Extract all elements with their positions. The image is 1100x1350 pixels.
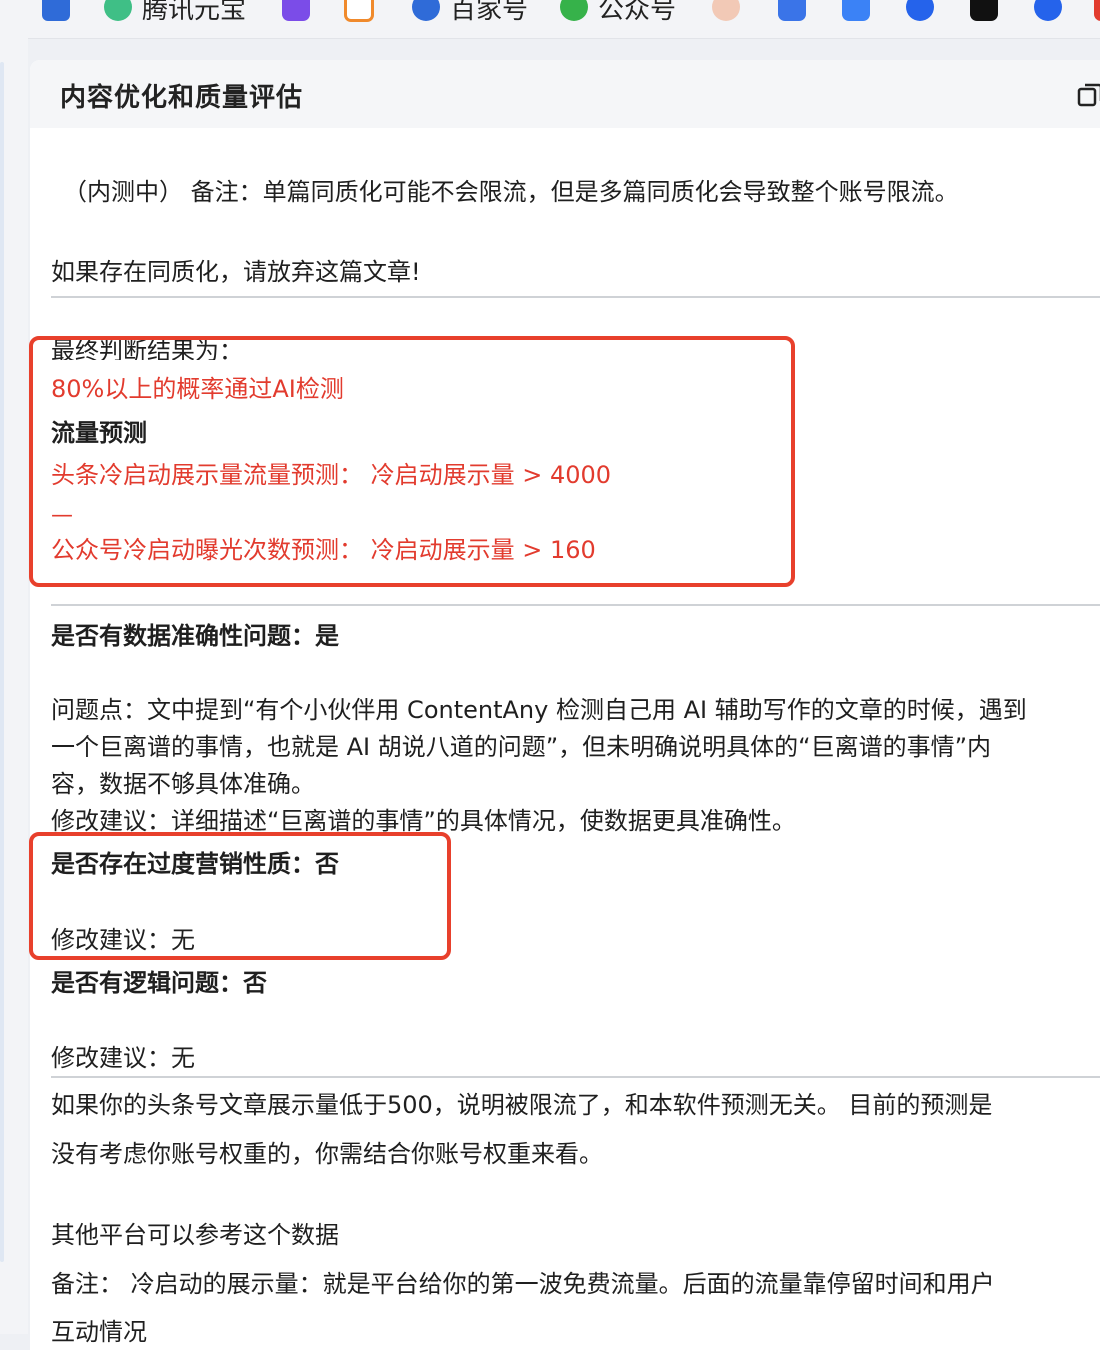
- bookmark-4[interactable]: [344, 0, 374, 26]
- bookmark-label: 百家号: [450, 0, 529, 25]
- divider: [51, 1076, 1100, 1078]
- bookmark-1[interactable]: [42, 0, 70, 26]
- copy-icon[interactable]: [1076, 80, 1100, 108]
- accuracy-issue-line-3: 容，数据不够具体准确。: [51, 770, 315, 798]
- bookmark-baijiahao[interactable]: 百家号: [412, 0, 528, 26]
- shield-bookmark-icon: [42, 0, 70, 21]
- accuracy-heading: 是否有数据准确性问题：是: [51, 622, 339, 650]
- beta-note: （内测中） 备注：单篇同质化可能不会限流，但是多篇同质化会导致整个账号限流。: [63, 178, 959, 206]
- blue-d-icon-2: [1034, 0, 1062, 21]
- highlight-box-prediction: [29, 336, 795, 587]
- bookmarks-bar: 腾讯元宝 百家号 公众号: [0, 0, 1100, 39]
- divider: [51, 296, 1100, 298]
- divider: [51, 604, 1100, 606]
- limit-note-line-2: 没有考虑你账号权重的，你需结合你账号权重来看。: [51, 1140, 603, 1168]
- bookmark-gongzhonghao[interactable]: 公众号: [560, 0, 676, 26]
- bookmark-8[interactable]: [778, 0, 806, 26]
- logic-suggestion: 修改建议：无: [51, 1044, 195, 1072]
- bookmark-11[interactable]: [970, 0, 998, 26]
- black-app-icon: [970, 0, 998, 21]
- robot-icon: [842, 0, 870, 21]
- baijiahao-icon: [412, 0, 440, 21]
- other-platform-note: 其他平台可以参考这个数据: [51, 1221, 339, 1249]
- accuracy-issue-line-1: 问题点：文中提到“有个小伙伴用 ContentAny 检测自己用 AI 辅助写作…: [51, 696, 1027, 724]
- panel-title: 内容优化和质量评估: [60, 83, 304, 113]
- bookmark-9[interactable]: [842, 0, 870, 26]
- accuracy-issue-line-2: 一个巨离谱的事情，也就是 AI 胡说八道的问题”，但未明确说明具体的“巨离谱的事…: [51, 733, 992, 761]
- blue-pen-icon: [778, 0, 806, 21]
- avatar-bookmark-icon: [712, 0, 740, 21]
- panel-header: 内容优化和质量评估: [30, 60, 1100, 128]
- bookmark-tencent-yuanbao[interactable]: 腾讯元宝: [104, 0, 246, 26]
- blue-d-icon: [906, 0, 934, 21]
- remark-line-2: 互动情况: [51, 1318, 147, 1346]
- left-sidebar-edge: [0, 38, 28, 1334]
- bookmark-label: 公众号: [598, 0, 677, 25]
- orange-doc-icon: [344, 0, 374, 22]
- homogeneity-warning: 如果存在同质化，请放弃这篇文章!: [51, 258, 421, 286]
- limit-note-line-1: 如果你的头条号文章展示量低于500，说明被限流了，和本软件预测无关。 目前的预测…: [51, 1091, 993, 1119]
- remark-line-1: 备注： 冷启动的展示量：就是平台给你的第一波免费流量。后面的流量靠停留时间和用户: [51, 1270, 995, 1298]
- bookmark-label: 腾讯元宝: [142, 0, 247, 25]
- red-app-icon: [1094, 0, 1100, 21]
- bookmark-10[interactable]: [906, 0, 934, 26]
- wechat-official-icon: [560, 0, 588, 21]
- bookmark-7[interactable]: [712, 0, 740, 26]
- highlight-box-marketing: [29, 832, 451, 960]
- sidebar-handle[interactable]: [0, 62, 4, 1262]
- bookmark-13[interactable]: [1094, 0, 1100, 26]
- bookmark-3[interactable]: [282, 0, 310, 26]
- purple-app-icon: [282, 0, 310, 21]
- bookmark-12[interactable]: [1034, 0, 1062, 26]
- tencent-yuanbao-icon: [104, 0, 132, 21]
- logic-heading: 是否有逻辑问题：否: [51, 969, 267, 997]
